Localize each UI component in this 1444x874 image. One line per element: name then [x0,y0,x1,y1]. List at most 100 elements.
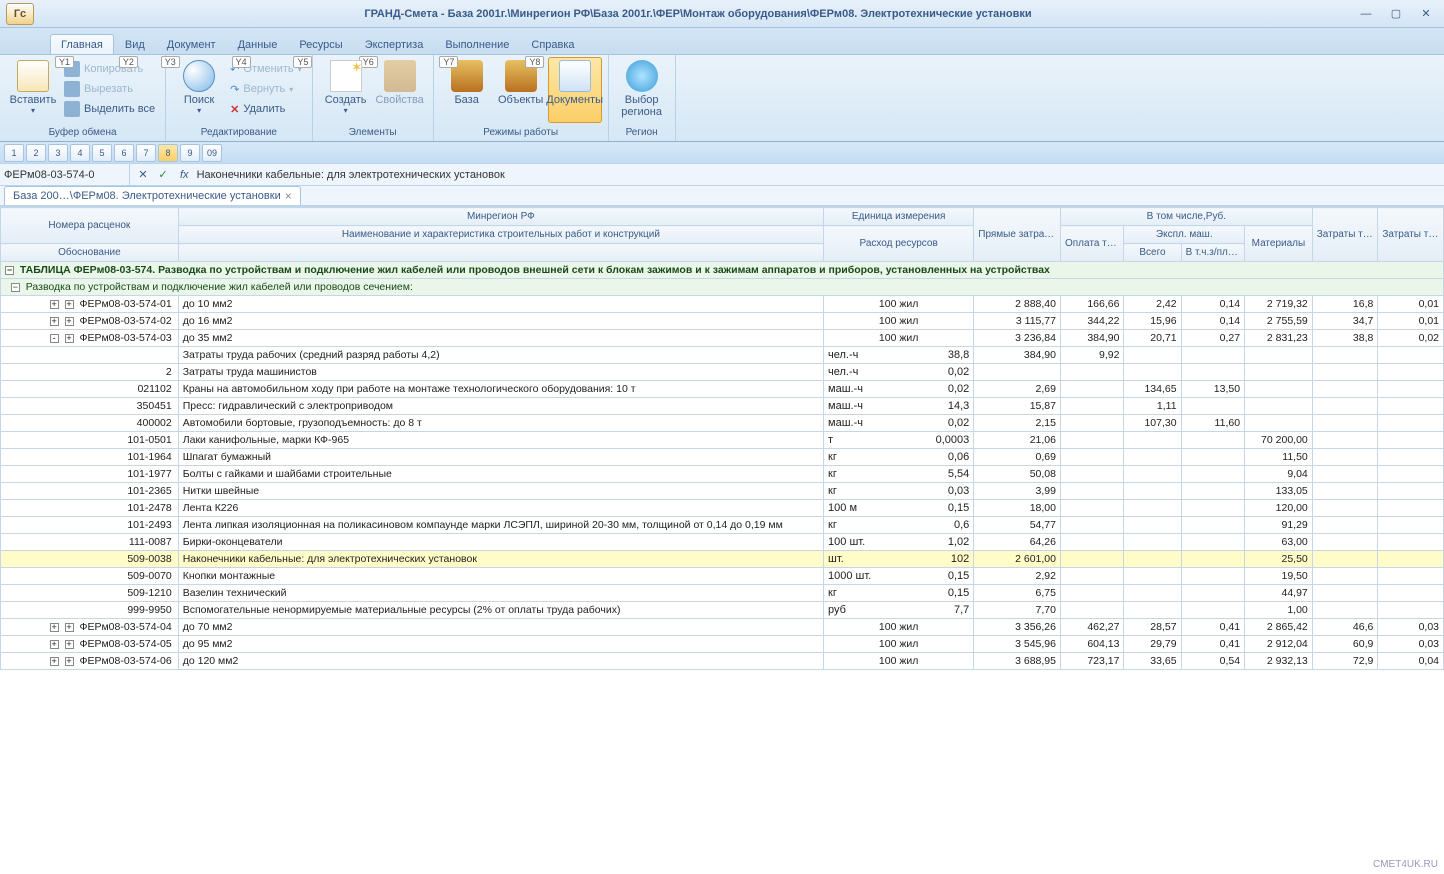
expand-icon[interactable]: + [65,334,74,343]
col-mdrivers[interactable]: В т.ч.з/пл маш-тов [1181,244,1244,262]
subsection-row[interactable]: − Разводка по устройствам и подключение … [1,279,1444,296]
close-button[interactable]: ✕ [1414,6,1438,22]
table-row[interactable]: + + ФЕРм08-03-574-01до 10 мм2100 жил2 88… [1,296,1444,313]
col-including[interactable]: В том числе,Руб. [1060,208,1312,226]
table-row[interactable]: 2Затраты труда машинистовчел.-ч0,02 [1,364,1444,381]
delete-button[interactable]: ✕Удалить [226,99,306,119]
table-row[interactable]: 509-0070Кнопки монтажные1000 шт.0,152,92… [1,568,1444,585]
fx-icon[interactable]: fx [176,169,193,181]
expand-icon[interactable]: + [50,623,59,632]
paste-button[interactable]: Вставить ▾ [6,57,60,123]
document-tabs: База 200…\ФЕРм08. Электротехнические уст… [0,186,1444,206]
formula-input[interactable]: Наконечники кабельные: для электротехнич… [193,169,1444,181]
table-row[interactable]: 111-0087Бирки-оконцеватели100 шт.1,0264,… [1,534,1444,551]
expand-icon[interactable]: + [50,657,59,666]
select-all-icon [64,101,80,117]
quick-btn-09[interactable]: 09 [202,144,222,162]
dropdown-arrow-icon: ▾ [344,106,348,115]
expand-icon[interactable]: + [65,300,74,309]
col-basis[interactable]: Обоснование [1,244,179,262]
table-row[interactable]: 021102Краны на автомобильном ходу при ра… [1,381,1444,398]
col-consumption[interactable]: Расход ресурсов [824,226,974,262]
select-all-button[interactable]: Выделить все [60,99,159,119]
redo-button[interactable]: ↷Вернуть▾ [226,79,306,99]
quick-btn-3[interactable]: 3 [48,144,68,162]
ribbon-tab-Данные[interactable]: ДанныеY4 [227,34,289,54]
table-row[interactable]: 101-1964Шпагат бумажныйкг0,060,6911,50 [1,449,1444,466]
ribbon-tab-Документ[interactable]: ДокументY3 [156,34,227,54]
expand-icon[interactable]: + [65,640,74,649]
quick-btn-7[interactable]: 7 [136,144,156,162]
document-tab[interactable]: База 200…\ФЕРм08. Электротехнические уст… [4,186,301,205]
ribbon-tab-Ресурсы[interactable]: РесурсыY5 [288,34,353,54]
table-row[interactable]: + + ФЕРм08-03-574-06до 120 мм2100 жил3 6… [1,653,1444,670]
table-row[interactable]: Затраты труда рабочих (средний разряд ра… [1,347,1444,364]
col-ministry[interactable]: Минрегион РФ [178,208,823,226]
ribbon-tab-Выполнение[interactable]: ВыполнениеY7 [434,34,520,54]
confirm-edit-button[interactable]: ✓ [154,168,172,181]
table-row[interactable]: 101-0501Лаки канифольные, марки КФ-965т0… [1,432,1444,449]
paste-icon [17,60,49,92]
expand-icon[interactable]: + [50,317,59,326]
ribbon-tab-Экспертиза[interactable]: ЭкспертизаY6 [354,34,435,54]
name-box[interactable]: ФЕРм08-03-574-0 [0,164,130,185]
table-row[interactable]: - + ФЕРм08-03-574-03до 35 мм2100 жил3 23… [1,330,1444,347]
quick-btn-1[interactable]: 1 [4,144,24,162]
quick-btn-2[interactable]: 2 [26,144,46,162]
ribbon-tab-Вид[interactable]: ВидY2 [114,34,156,54]
ribbon-tab-Справка[interactable]: СправкаY8 [520,34,585,54]
col-direct[interactable]: Прямые затраты, Руб. [974,208,1061,262]
collapse-icon[interactable]: − [11,283,20,292]
search-button[interactable]: Поиск ▾ [172,57,226,123]
expand-icon[interactable]: + [50,640,59,649]
group-title-editing: Редактирование [172,126,306,141]
quick-toolbar: 12345678909 [0,142,1444,164]
table-row[interactable]: 509-1210Вазелин техническийкг0,156,7544,… [1,585,1444,602]
table-row[interactable]: 101-2365Нитки швейныекг0,033,99133,05 [1,483,1444,500]
col-rates[interactable]: Номера расценок [1,208,179,244]
col-machines[interactable]: Экспл. маш. [1124,226,1245,244]
col-materials[interactable]: Материалы [1245,226,1313,262]
search-label: Поиск [184,94,214,106]
table-row[interactable]: 101-1977Болты с гайками и шайбами строит… [1,466,1444,483]
col-workname[interactable]: Наименование и характеристика строительн… [178,226,823,244]
expand-icon[interactable]: + [50,300,59,309]
expand-icon[interactable]: + [65,623,74,632]
table-row[interactable]: 509-0038Наконечники кабельные: для элект… [1,551,1444,568]
expand-icon[interactable]: + [65,657,74,666]
table-row[interactable]: + + ФЕРм08-03-574-02до 16 мм2100 жил3 11… [1,313,1444,330]
quick-btn-5[interactable]: 5 [92,144,112,162]
minimize-button[interactable]: — [1354,6,1378,22]
col-mtotal[interactable]: Всего [1124,244,1181,262]
choose-region-button[interactable]: Выбор региона [615,57,669,123]
section-row[interactable]: − ТАБЛИЦА ФЕРм08-03-574. Разводка по уст… [1,262,1444,279]
col-unit[interactable]: Единица измерения [824,208,974,226]
quick-btn-6[interactable]: 6 [114,144,134,162]
expand-icon[interactable]: + [65,317,74,326]
quick-btn-9[interactable]: 9 [180,144,200,162]
cut-button[interactable]: Вырезать [60,79,159,99]
properties-button[interactable]: Свойства [373,57,427,123]
quick-btn-8[interactable]: 8 [158,144,178,162]
expand-icon[interactable]: - [50,334,59,343]
quick-btn-4[interactable]: 4 [70,144,90,162]
cancel-edit-button[interactable]: ✕ [134,168,152,181]
table-row[interactable]: 101-2478Лента К226100 м0,1518,00120,00 [1,500,1444,517]
table-row[interactable]: 101-2493Лента липкая изоляционная на пол… [1,517,1444,534]
collapse-icon[interactable]: − [5,266,14,275]
col-labor-mach[interactable]: Затраты труда маш-стов [1378,208,1444,262]
data-grid[interactable]: Номера расценок Минрегион РФ Единица изм… [0,206,1444,874]
maximize-button[interactable]: ▢ [1384,6,1408,22]
documents-mode-button[interactable]: Документы [548,57,602,123]
col-wages[interactable]: Оплата труда рабочих [1060,226,1123,262]
table-row[interactable]: 999-9950Вспомогательные ненормируемые ма… [1,602,1444,619]
ribbon-tab-Главная[interactable]: ГлавнаяY1 [50,34,114,54]
table-row[interactable]: 400002Автомобили бортовые, грузоподъемно… [1,415,1444,432]
app-menu-button[interactable]: Гс [6,3,34,25]
copy-button[interactable]: Копировать [60,59,159,79]
col-labor-workers[interactable]: Затраты труда рабочих [1312,208,1378,262]
table-row[interactable]: + + ФЕРм08-03-574-04до 70 мм2100 жил3 35… [1,619,1444,636]
table-row[interactable]: + + ФЕРм08-03-574-05до 95 мм2100 жил3 54… [1,636,1444,653]
table-row[interactable]: 350451Пресс: гидравлический с электропри… [1,398,1444,415]
tab-close-icon[interactable]: × [285,189,292,203]
